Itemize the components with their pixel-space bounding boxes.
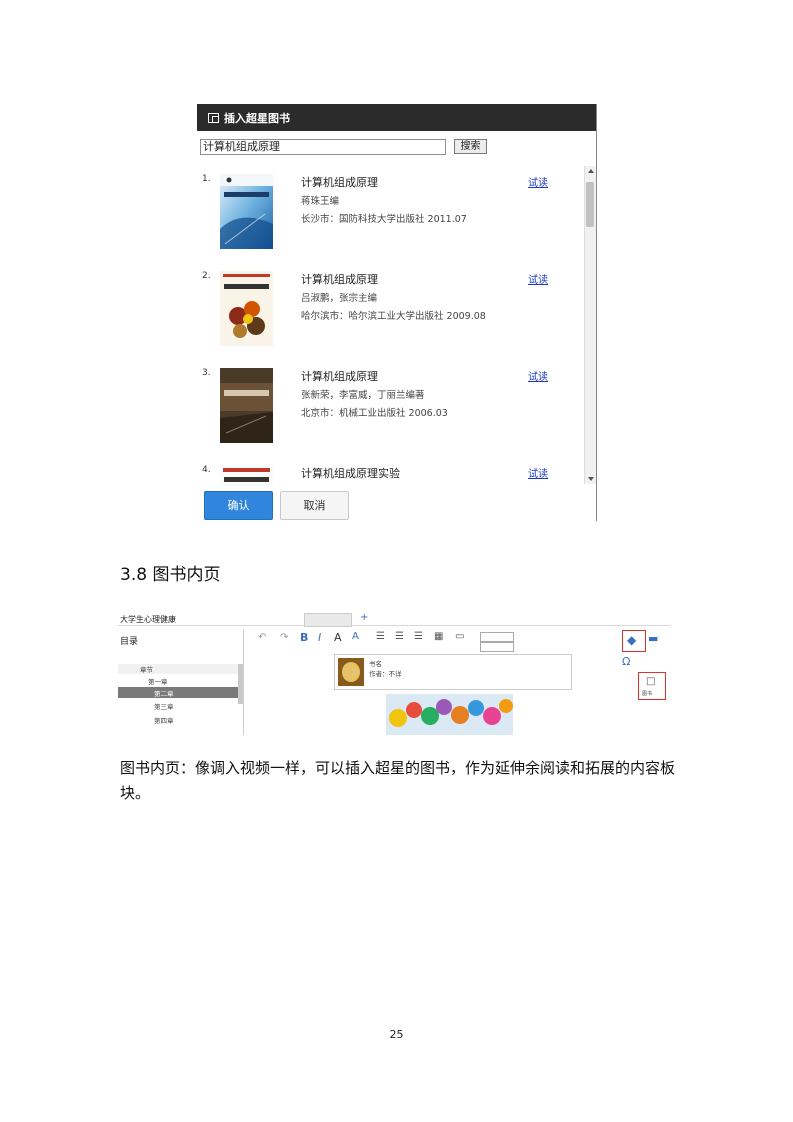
book-publisher: 长沙市：国防科技大学出版社 2011.07	[301, 214, 467, 225]
book-author: 蒋珠王编	[301, 196, 340, 207]
doc-title: 大学生心理健康	[120, 615, 176, 624]
scroll-up-icon[interactable]	[588, 169, 594, 173]
image-icon[interactable]: ▭	[455, 631, 464, 642]
dialog-header: 插入超星图书	[197, 104, 596, 131]
book-card-line: 作者：不详	[369, 670, 402, 678]
insert-book-dialog: 插入超星图书 搜索 1. 计算机组成原理 蒋珠王编 长沙市：国防科技大学出版社 …	[197, 104, 597, 521]
toc-selected-row[interactable]	[118, 687, 238, 698]
list-item[interactable]: 3. 计算机组成原理 张新荣，李富威，丁丽兰编著 北京市：机械工业出版社 200…	[197, 360, 584, 457]
list-item[interactable]: 1. 计算机组成原理 蒋珠王编 长沙市：国防科技大学出版社 2011.07 试读	[197, 166, 584, 263]
font-color-icon[interactable]: A	[334, 631, 342, 644]
book-cover	[220, 368, 273, 443]
video-icon[interactable]: ▬	[648, 632, 658, 645]
search-button[interactable]: 搜索	[454, 139, 487, 154]
balloon-image	[386, 694, 513, 735]
insert-book-label: 图书	[642, 691, 653, 697]
media-icon: ◆	[627, 633, 637, 647]
trial-read-link[interactable]: 试读	[528, 174, 548, 189]
section-heading: 3.8 图书内页	[120, 565, 221, 585]
dialog-title: 插入超星图书	[224, 112, 290, 125]
item-number: 4.	[202, 465, 211, 475]
add-tab-icon[interactable]: +	[360, 612, 368, 623]
align-icon[interactable]: ☰	[414, 631, 423, 642]
toc-item[interactable]: 第一章	[148, 676, 168, 686]
formula-icon[interactable]: Ω	[622, 655, 630, 668]
insert-ribbon: ◆ ▬ Ω □ 图书	[588, 630, 671, 735]
trial-read-link[interactable]: 试读	[528, 368, 548, 383]
book-cover	[220, 271, 273, 346]
font-select[interactable]	[480, 632, 514, 642]
cancel-button[interactable]: 取消	[280, 491, 349, 520]
book-insert-icon: □	[646, 676, 656, 687]
book-author: 张新荣，李富威，丁丽兰编著	[301, 390, 425, 401]
italic-icon[interactable]: I	[318, 631, 321, 644]
undo-icon[interactable]: ↶	[258, 632, 266, 643]
toc-item[interactable]: 第三章	[154, 701, 174, 711]
book-title[interactable]: 计算机组成原理	[301, 368, 378, 384]
book-title[interactable]: 计算机组成原理	[301, 174, 378, 190]
redo-icon[interactable]: ↷	[280, 632, 288, 643]
book-title[interactable]: 计算机组成原理	[301, 271, 378, 287]
page-number: 25	[389, 1028, 404, 1041]
book-card-cover	[338, 658, 364, 686]
item-number: 3.	[202, 368, 211, 378]
ordered-list-icon[interactable]: ☰	[395, 631, 404, 642]
scroll-down-icon[interactable]	[588, 477, 594, 481]
book-icon	[208, 113, 219, 123]
list-item[interactable]: 4. 计算机组成原理实验 试读	[197, 457, 584, 486]
book-results-list[interactable]: 1. 计算机组成原理 蒋珠王编 长沙市：国防科技大学出版社 2011.07 试读…	[197, 166, 584, 486]
book-card[interactable]: 书名 作者：不详	[334, 654, 572, 690]
book-author: 吕淑鹏，张宗主编	[301, 293, 378, 304]
book-card-line: 书名	[369, 660, 382, 668]
results-scrollbar[interactable]	[584, 166, 596, 484]
trial-read-link[interactable]: 试读	[528, 271, 548, 286]
toc-label: 目录	[120, 637, 139, 647]
body-paragraph: 图书内页：像调入视频一样，可以插入超星的图书，作为延伸余阅读和拓展的内容板块。	[120, 759, 676, 802]
scroll-thumb[interactable]	[586, 182, 594, 227]
toc-scrollbar[interactable]	[238, 664, 243, 704]
table-icon[interactable]: ▦	[434, 631, 443, 642]
editor-screenshot: 大学生心理健康 + 目录 章节 第一章 第二章 第三章 第四章 ↶ ↷ B I …	[118, 610, 671, 735]
toc-panel: 目录 章节 第一章 第二章 第三章 第四章	[118, 630, 244, 735]
book-publisher: 北京市：机械工业出版社 2006.03	[301, 408, 448, 419]
list-item[interactable]: 2. 计算机组成原理 吕淑鹏，张宗主编 哈尔滨市：哈尔滨工业大学出版社 2009…	[197, 263, 584, 360]
tab-active[interactable]	[304, 613, 352, 627]
book-title[interactable]: 计算机组成原理实验	[301, 465, 400, 481]
highlight-icon[interactable]: A	[352, 631, 359, 642]
book-cover	[220, 465, 273, 486]
bold-icon[interactable]: B	[300, 631, 308, 644]
book-publisher: 哈尔滨市：哈尔滨工业大学出版社 2009.08	[301, 311, 486, 322]
item-number: 2.	[202, 271, 211, 281]
trial-read-link[interactable]: 试读	[528, 465, 548, 480]
toc-item[interactable]: 章节	[140, 664, 153, 674]
search-input[interactable]	[200, 139, 446, 155]
size-select[interactable]	[480, 642, 514, 652]
insert-media-button[interactable]: ◆	[622, 630, 646, 652]
confirm-button[interactable]: 确认	[204, 491, 273, 520]
title-divider	[118, 625, 671, 626]
list-icon[interactable]: ☰	[376, 631, 385, 642]
item-number: 1.	[202, 174, 211, 184]
book-cover	[220, 174, 273, 249]
toc-item[interactable]: 第四章	[154, 715, 174, 725]
insert-book-button[interactable]: □ 图书	[638, 672, 666, 700]
toc-item[interactable]: 第二章	[154, 688, 174, 698]
